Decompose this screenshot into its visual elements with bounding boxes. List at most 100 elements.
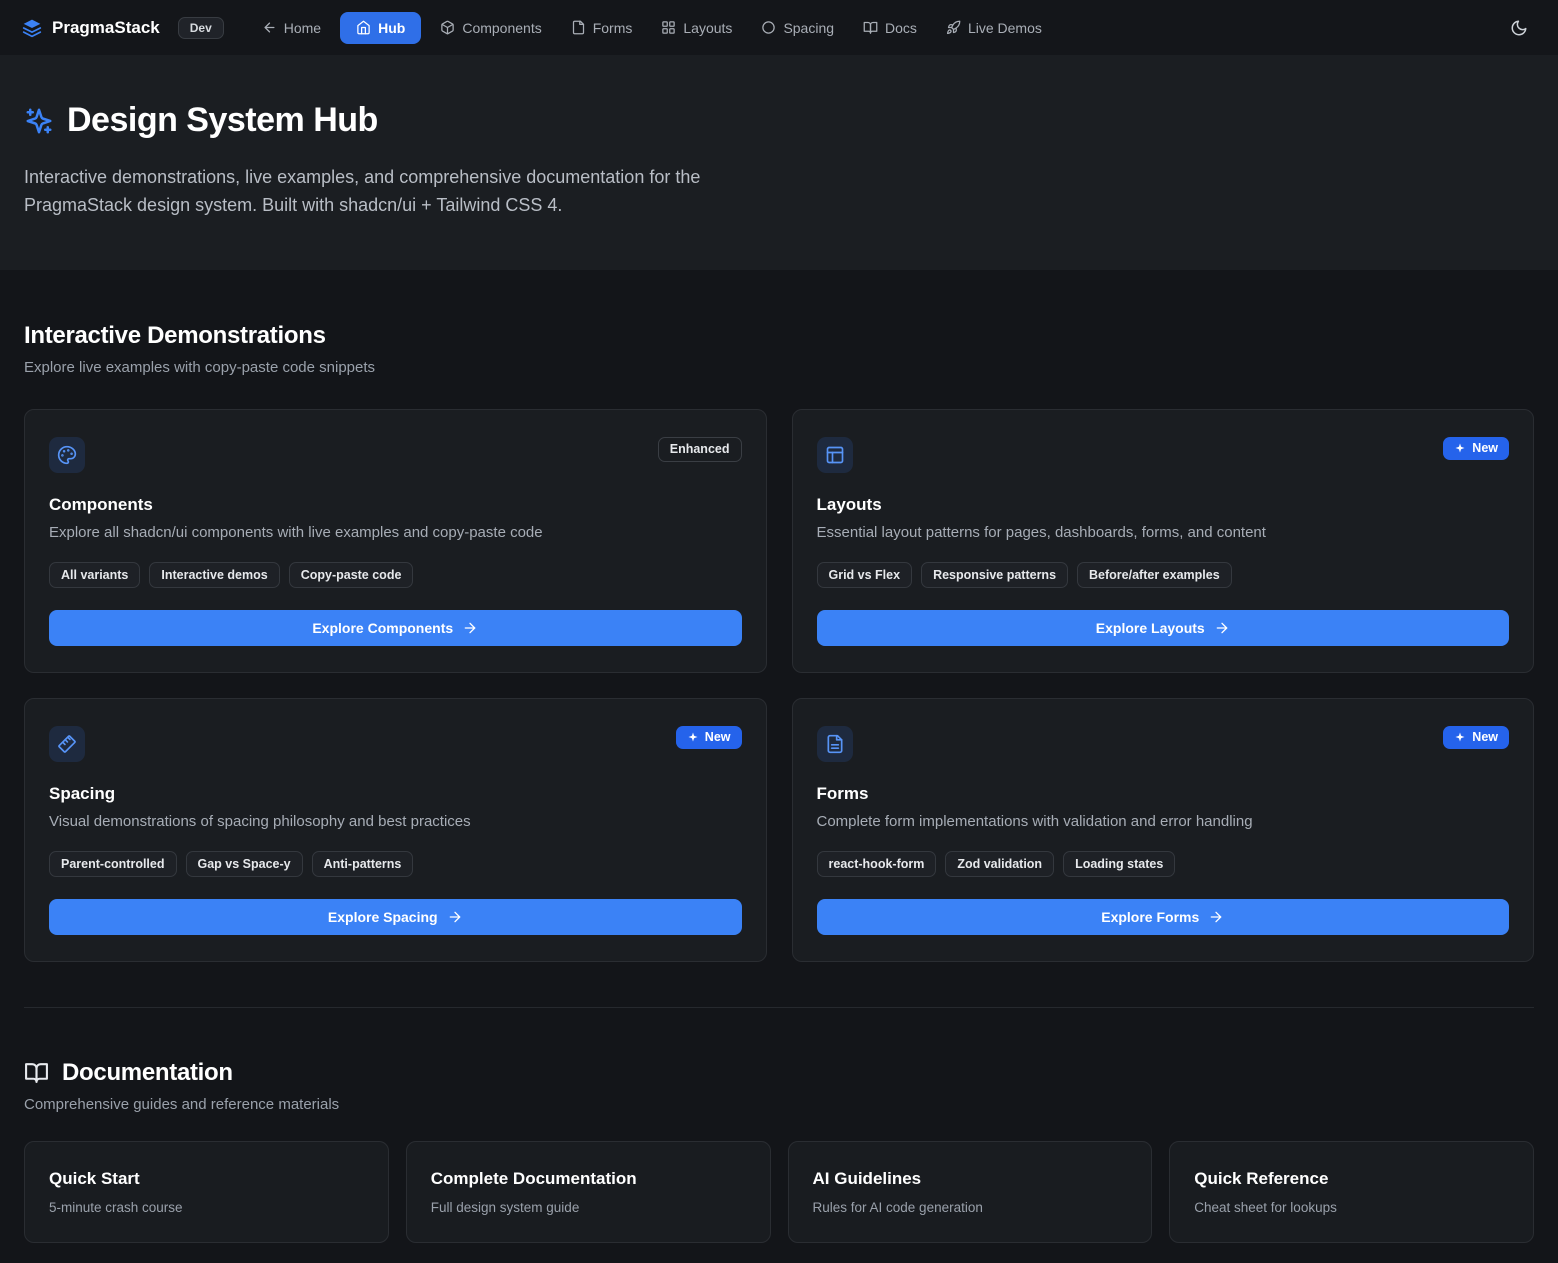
- sparkle-icon: [1454, 731, 1466, 743]
- top-navbar: PragmaStack Dev Home Hub Components Fo: [0, 0, 1558, 55]
- doc-card-title: Quick Start: [49, 1169, 364, 1189]
- theme-toggle-button[interactable]: [1502, 11, 1536, 45]
- doc-card-description: Rules for AI code generation: [813, 1200, 1128, 1215]
- ruler-icon: [49, 726, 85, 762]
- nav-item-components[interactable]: Components: [430, 12, 551, 44]
- nav-item-label: Spacing: [783, 20, 834, 36]
- rocket-icon: [946, 20, 961, 35]
- new-badge-label: New: [1472, 441, 1498, 456]
- enhanced-badge: Enhanced: [658, 437, 742, 462]
- card-description: Essential layout patterns for pages, das…: [817, 524, 1510, 541]
- brand[interactable]: PragmaStack Dev: [22, 17, 224, 39]
- nav-item-label: Hub: [378, 20, 405, 36]
- card-title: Forms: [817, 784, 1510, 804]
- demos-subheading: Explore live examples with copy-paste co…: [24, 359, 1534, 376]
- card-title: Spacing: [49, 784, 742, 804]
- nav-item-hub[interactable]: Hub: [340, 12, 421, 44]
- tag: Before/after examples: [1077, 562, 1232, 588]
- tag: Anti-patterns: [312, 851, 414, 877]
- demo-card-spacing: New Spacing Visual demonstrations of spa…: [24, 698, 767, 962]
- explore-button-label: Explore Forms: [1101, 909, 1199, 925]
- new-badge-label: New: [1472, 730, 1498, 745]
- env-badge: Dev: [178, 17, 224, 39]
- nav-item-docs[interactable]: Docs: [853, 12, 927, 44]
- tag: Parent-controlled: [49, 851, 177, 877]
- sparkles-icon: [24, 106, 54, 136]
- doc-card-ai-guidelines[interactable]: AI Guidelines Rules for AI code generati…: [788, 1141, 1153, 1243]
- demo-card-layouts: New Layouts Essential layout patterns fo…: [792, 409, 1535, 673]
- doc-card-quick-reference[interactable]: Quick Reference Cheat sheet for lookups: [1169, 1141, 1534, 1243]
- explore-button-label: Explore Spacing: [328, 909, 438, 925]
- doc-card-title: AI Guidelines: [813, 1169, 1128, 1189]
- arrow-right-icon: [1214, 620, 1230, 636]
- section-divider: [24, 1007, 1534, 1008]
- documentation-section: Documentation Comprehensive guides and r…: [0, 1053, 1558, 1263]
- explore-spacing-button[interactable]: Explore Spacing: [49, 899, 742, 935]
- new-badge: New: [1443, 437, 1509, 460]
- explore-layouts-button[interactable]: Explore Layouts: [817, 610, 1510, 646]
- arrow-right-icon: [462, 620, 478, 636]
- sparkle-icon: [687, 731, 699, 743]
- brand-name: PragmaStack: [52, 18, 160, 38]
- file-text-icon: [817, 726, 853, 762]
- nav-item-live-demos[interactable]: Live Demos: [936, 12, 1052, 44]
- card-description: Explore all shadcn/ui components with li…: [49, 524, 742, 541]
- arrow-right-icon: [1208, 909, 1224, 925]
- page-title: Design System Hub: [67, 101, 378, 140]
- explore-components-button[interactable]: Explore Components: [49, 610, 742, 646]
- tag: Responsive patterns: [921, 562, 1068, 588]
- nav-items: Home Hub Components Forms Layouts: [252, 12, 1052, 44]
- explore-button-label: Explore Layouts: [1096, 620, 1205, 636]
- nav-item-spacing[interactable]: Spacing: [751, 12, 844, 44]
- nav-item-label: Forms: [593, 20, 633, 36]
- card-title: Layouts: [817, 495, 1510, 515]
- nav-item-label: Live Demos: [968, 20, 1042, 36]
- documentation-subheading: Comprehensive guides and reference mater…: [24, 1096, 1534, 1113]
- file-icon: [571, 20, 586, 35]
- doc-card-description: 5-minute crash course: [49, 1200, 364, 1215]
- demo-card-components: Enhanced Components Explore all shadcn/u…: [24, 409, 767, 673]
- explore-forms-button[interactable]: Explore Forms: [817, 899, 1510, 935]
- nav-item-label: Components: [462, 20, 541, 36]
- layout-icon: [817, 437, 853, 473]
- doc-card-complete-documentation[interactable]: Complete Documentation Full design syste…: [406, 1141, 771, 1243]
- layout-grid-icon: [661, 20, 676, 35]
- tag: Gap vs Space-y: [186, 851, 303, 877]
- demos-section: Interactive Demonstrations Explore live …: [0, 270, 1558, 962]
- nav-item-label: Layouts: [683, 20, 732, 36]
- tag-row: All variants Interactive demos Copy-past…: [49, 562, 742, 588]
- tag-row: Parent-controlled Gap vs Space-y Anti-pa…: [49, 851, 742, 877]
- box-icon: [440, 20, 455, 35]
- card-description: Visual demonstrations of spacing philoso…: [49, 813, 742, 830]
- doc-card-title: Quick Reference: [1194, 1169, 1509, 1189]
- circle-icon: [761, 20, 776, 35]
- tag: Copy-paste code: [289, 562, 414, 588]
- demo-card-forms: New Forms Complete form implementations …: [792, 698, 1535, 962]
- nav-item-forms[interactable]: Forms: [561, 12, 643, 44]
- doc-card-title: Complete Documentation: [431, 1169, 746, 1189]
- card-title: Components: [49, 495, 742, 515]
- book-open-icon: [24, 1060, 49, 1085]
- tag: react-hook-form: [817, 851, 937, 877]
- doc-card-quick-start[interactable]: Quick Start 5-minute crash course: [24, 1141, 389, 1243]
- nav-item-home[interactable]: Home: [252, 12, 331, 44]
- explore-button-label: Explore Components: [312, 620, 453, 636]
- arrow-right-icon: [447, 909, 463, 925]
- tag: Interactive demos: [149, 562, 279, 588]
- moon-icon: [1510, 19, 1528, 37]
- card-description: Complete form implementations with valid…: [817, 813, 1510, 830]
- page-description: Interactive demonstrations, live example…: [24, 164, 774, 220]
- arrow-left-icon: [262, 20, 277, 35]
- house-icon: [356, 20, 371, 35]
- new-badge: New: [1443, 726, 1509, 749]
- tag: Zod validation: [945, 851, 1054, 877]
- demo-card-grid: Enhanced Components Explore all shadcn/u…: [24, 409, 1534, 962]
- sparkle-icon: [1454, 442, 1466, 454]
- new-badge: New: [676, 726, 742, 749]
- documentation-heading: Documentation: [62, 1059, 233, 1087]
- nav-item-layouts[interactable]: Layouts: [651, 12, 742, 44]
- new-badge-label: New: [705, 730, 731, 745]
- nav-item-label: Docs: [885, 20, 917, 36]
- doc-card-description: Cheat sheet for lookups: [1194, 1200, 1509, 1215]
- tag-row: Grid vs Flex Responsive patterns Before/…: [817, 562, 1510, 588]
